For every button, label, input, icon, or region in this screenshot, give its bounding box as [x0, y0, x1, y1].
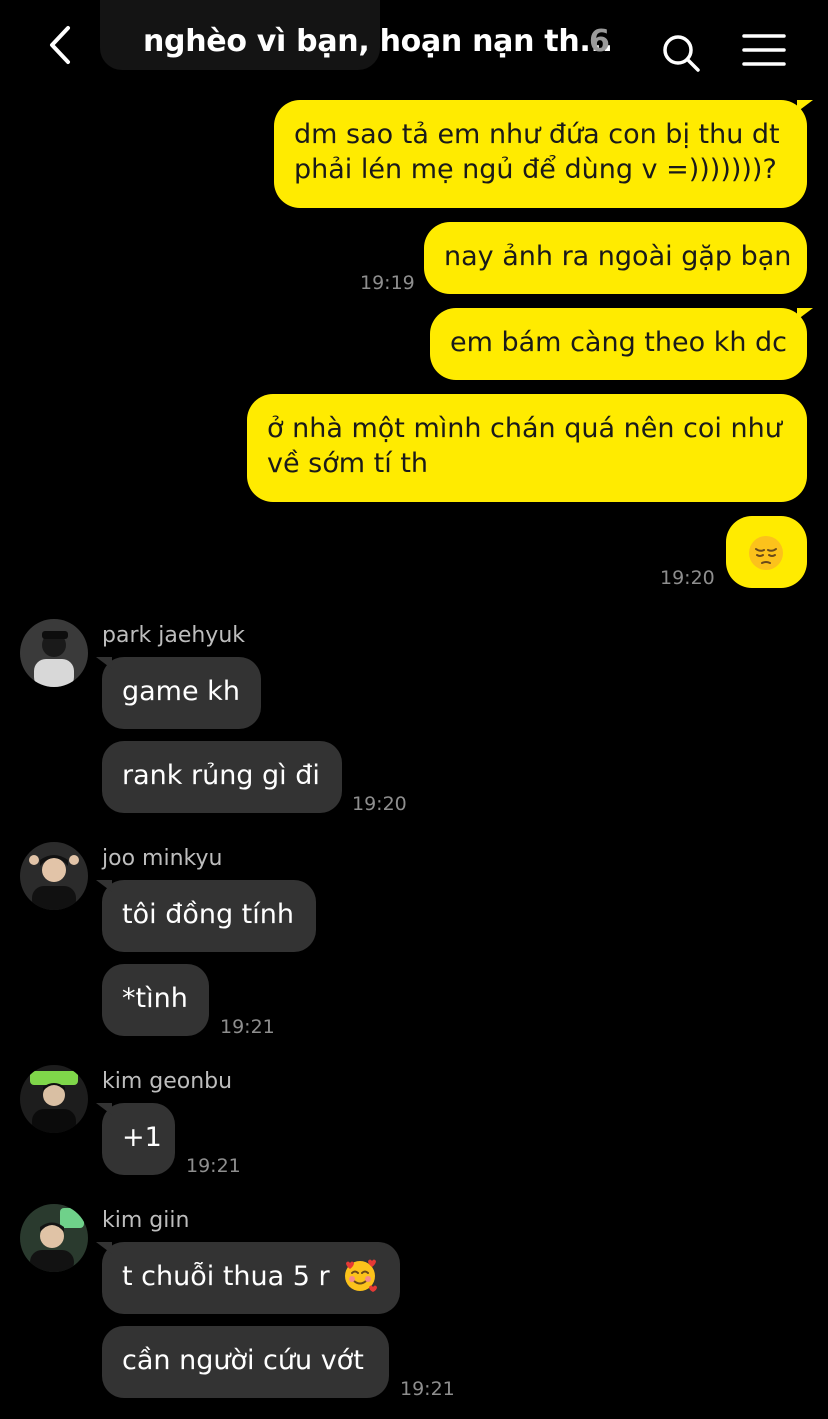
message-text: +1 — [122, 1122, 162, 1153]
member-count: 6 — [589, 24, 610, 59]
pensive-face-emoji — [749, 535, 783, 570]
message-time: 19:21 — [400, 1378, 455, 1400]
message-text: rank rủng gì đi — [122, 760, 320, 791]
message-line: ở nhà một mình chán quá nên coi như — [267, 413, 782, 444]
chevron-left-icon — [50, 26, 70, 64]
smiling-face-with-hearts-emoji — [345, 1259, 378, 1292]
avatar[interactable] — [20, 619, 88, 687]
outgoing-message[interactable]: dm sao tả em như đứa con bị thu dt phải … — [274, 100, 813, 208]
incoming-message[interactable]: t chuỗi thua 5 r — [96, 1242, 400, 1314]
message-text: cần người cứu vớt — [122, 1345, 364, 1376]
message-time: 19:19 — [360, 272, 415, 294]
message-text: t chuỗi thua 5 r — [122, 1261, 330, 1292]
hamburger-menu-icon — [742, 34, 786, 66]
message-text: nay ảnh ra ngoài gặp bạn — [444, 241, 792, 272]
message-time: 19:20 — [660, 567, 715, 589]
outgoing-emoji-message[interactable] — [726, 516, 807, 588]
message-text: tôi đồng tính — [122, 899, 294, 930]
sender-name: park jaehyuk — [102, 623, 245, 648]
incoming-message[interactable]: *tình — [102, 964, 209, 1036]
chat-header: nghèo vì bạn, hoạn nạn th... 6 — [0, 0, 828, 90]
outgoing-message[interactable]: em bám càng theo kh dc — [430, 308, 813, 380]
incoming-message[interactable]: game kh — [96, 657, 261, 729]
outgoing-message[interactable]: nay ảnh ra ngoài gặp bạn — [424, 222, 807, 294]
sender-name: kim geonbu — [102, 1069, 233, 1094]
message-line: dm sao tả em như đứa con bị thu dt — [294, 119, 780, 150]
message-text: *tình — [122, 983, 188, 1014]
message-time: 19:21 — [220, 1016, 275, 1038]
avatar[interactable] — [20, 1065, 88, 1133]
message-text: em bám càng theo kh dc — [450, 327, 788, 358]
sender-name: kim giin — [102, 1208, 190, 1233]
message-line: về sớm tí th — [267, 448, 429, 479]
search-icon — [663, 35, 700, 72]
avatar[interactable] — [20, 1204, 88, 1272]
chat-title[interactable]: nghèo vì bạn, hoạn nạn th... — [143, 24, 613, 59]
message-time: 19:21 — [186, 1155, 241, 1177]
menu-button[interactable] — [742, 32, 786, 68]
outgoing-message[interactable]: ở nhà một mình chán quá nên coi như về s… — [247, 394, 807, 502]
back-button[interactable] — [40, 22, 80, 68]
incoming-message[interactable]: tôi đồng tính — [96, 880, 316, 952]
avatar[interactable] — [20, 842, 88, 910]
incoming-message[interactable]: rank rủng gì đi — [102, 741, 342, 813]
message-time: 19:20 — [352, 793, 407, 815]
incoming-message[interactable]: +1 — [96, 1103, 175, 1175]
message-line: phải lén mẹ ngủ để dùng v =)))))))? — [294, 154, 777, 185]
message-text: game kh — [122, 676, 240, 707]
incoming-message[interactable]: cần người cứu vớt — [102, 1326, 389, 1398]
search-button[interactable] — [660, 32, 702, 74]
sender-name: joo minkyu — [102, 846, 223, 871]
